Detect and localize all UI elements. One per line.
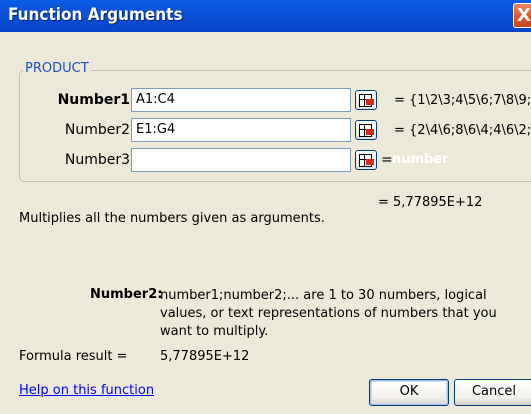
dialog-title: Function Arguments [8,5,183,25]
ok-button[interactable]: OK [369,379,449,406]
number3-input[interactable] [131,148,351,172]
number2-input[interactable]: E1:G4 [131,118,351,142]
cancel-button[interactable]: Cancel [454,379,531,406]
number1-label: Number1 [57,92,130,108]
number2-collapse-button[interactable] [355,120,377,140]
function-arguments-dialog: Function Arguments X PRODUCT Number1 A1:… [0,0,531,414]
function-name-label: PRODUCT [23,61,91,76]
close-button[interactable]: X [513,3,531,28]
number3-equals: = [381,152,393,168]
number3-label: Number3 [64,152,130,168]
formula-result-value: 5,77895E+12 [160,349,250,364]
title-bar[interactable]: Function Arguments X [0,0,531,32]
function-description: Multiplies all the numbers given as argu… [19,211,325,226]
number3-collapse-button[interactable] [355,150,377,170]
number3-result: number [392,152,449,167]
formula-result-label: Formula result = [19,349,128,364]
range-arrow-icon [366,99,374,105]
help-on-function-link[interactable]: Help on this function [19,383,154,398]
number1-collapse-button[interactable] [355,90,377,110]
number1-result: = {1\2\3;4\5\6;7\8\9;2 [394,93,531,108]
argument-help-text: number1;number2;... are 1 to 30 numbers,… [160,288,497,339]
number2-result: = {2\4\6;8\6\4;4\6\2;1 [394,123,531,138]
range-arrow-icon [366,159,374,165]
close-icon: X [517,5,531,26]
range-arrow-icon [366,129,374,135]
inline-result: = 5,77895E+12 [378,195,483,210]
number2-label: Number2 [64,122,130,138]
argument-help-name: Number2: [90,287,163,302]
number1-input[interactable]: A1:C4 [131,88,351,112]
